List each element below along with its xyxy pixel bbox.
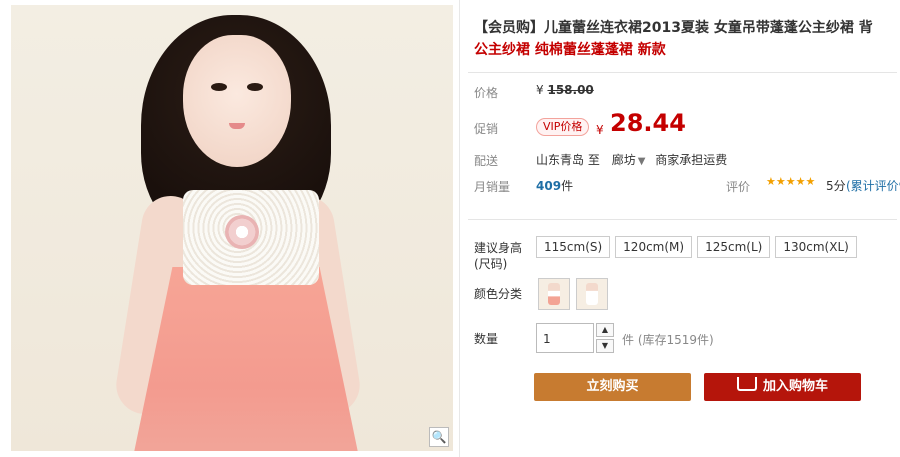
panel-divider — [459, 0, 460, 457]
product-main-image[interactable]: 🔍 — [11, 5, 453, 451]
color-swatch-2[interactable] — [576, 278, 608, 310]
ship-destination-select[interactable]: 廊坊 ▼ — [612, 153, 656, 167]
buy-now-button[interactable]: 立刻购买 — [534, 373, 691, 401]
zoom-icon[interactable]: 🔍 — [429, 427, 449, 447]
original-price-currency: ¥ — [536, 83, 544, 97]
image-figure-face — [183, 35, 291, 167]
size-options: 115cm(S) 120cm(M) 125cm(L) 130cm(XL) — [536, 236, 862, 258]
swatch-thumbnail — [548, 283, 560, 305]
size-label: 建议身高(尺码) — [474, 241, 523, 271]
chevron-down-icon[interactable]: ▼ — [638, 156, 646, 167]
shipping-fee-note: 商家承担运费 — [655, 153, 728, 167]
quantity-decrease-icon[interactable]: ▼ — [596, 339, 614, 353]
add-to-cart-button[interactable]: 加入购物车 — [704, 373, 861, 401]
shipping-info: 山东青岛 至 廊坊 ▼ 商家承担运费 — [536, 151, 727, 168]
vip-price-badge: VIP价格 — [536, 118, 590, 136]
monthly-sales-unit: 件 — [561, 179, 574, 193]
buy-now-label[interactable]: 立刻购买 — [586, 379, 638, 394]
quantity-increase-icon[interactable]: ▲ — [596, 323, 614, 337]
image-figure-eye-left — [211, 83, 227, 91]
quantity-label: 数量 — [474, 332, 499, 346]
quantity-input[interactable]: 1 — [536, 323, 594, 353]
product-info-panel: 【会员购】儿童蕾丝连衣裙2013夏装 女童吊带蓬蓬公主纱裙 背 公主纱裙 纯棉蕾… — [468, 0, 900, 457]
review-count-link[interactable]: (累计评价9 — [846, 177, 900, 194]
rating-label: 评价 — [726, 180, 751, 194]
swatch-thumbnail — [586, 283, 598, 305]
image-dress-flower — [225, 215, 259, 249]
ship-to-word: 至 — [587, 153, 600, 167]
rating-score: 5分 — [826, 179, 846, 193]
price-label: 价格 — [474, 86, 499, 100]
product-title-main: 【会员购】儿童蕾丝连衣裙2013夏装 女童吊带蓬蓬公主纱裙 背 — [474, 20, 873, 36]
size-option-s[interactable]: 115cm(S) — [536, 236, 611, 258]
color-swatch-1[interactable] — [538, 278, 570, 310]
stock-info: 件 (库存1519件) — [622, 333, 714, 347]
size-option-xl[interactable]: 130cm(XL) — [775, 236, 857, 258]
ship-from: 山东青岛 — [536, 153, 585, 167]
original-price-value: 158.00 — [547, 83, 594, 97]
promo-price: 28.44 — [610, 109, 686, 137]
promo-label: 促销 — [474, 122, 499, 136]
monthly-sales-count: 409 — [536, 179, 562, 193]
shipping-label: 配送 — [474, 154, 499, 168]
original-price: ¥ 158.00 — [536, 83, 594, 97]
product-title-tail: 公主纱裙 纯棉蕾丝蓬蓬裙 新款 — [474, 42, 666, 58]
color-label: 颜色分类 — [474, 287, 523, 301]
monthly-sales: 409件 — [536, 177, 573, 194]
monthly-sales-label: 月销量 — [474, 180, 511, 194]
product-title: 【会员购】儿童蕾丝连衣裙2013夏装 女童吊带蓬蓬公主纱裙 背 公主纱裙 纯棉蕾… — [474, 17, 894, 61]
quantity-value[interactable]: 1 — [543, 332, 551, 346]
price-box: 价格 ¥ 158.00 促销 VIP价格 ¥ 28.44 配送 山东青岛 至 廊… — [468, 72, 900, 220]
add-to-cart-label[interactable]: 加入购物车 — [763, 379, 828, 394]
promo-currency: ¥ — [596, 123, 604, 137]
ship-destination[interactable]: 廊坊 — [612, 153, 636, 167]
rating-stars-icon: ★★★★★ — [766, 175, 816, 188]
image-figure-eye-right — [247, 83, 263, 91]
cart-icon[interactable] — [736, 377, 757, 391]
size-option-m[interactable]: 120cm(M) — [615, 236, 693, 258]
size-option-l[interactable]: 125cm(L) — [697, 236, 771, 258]
